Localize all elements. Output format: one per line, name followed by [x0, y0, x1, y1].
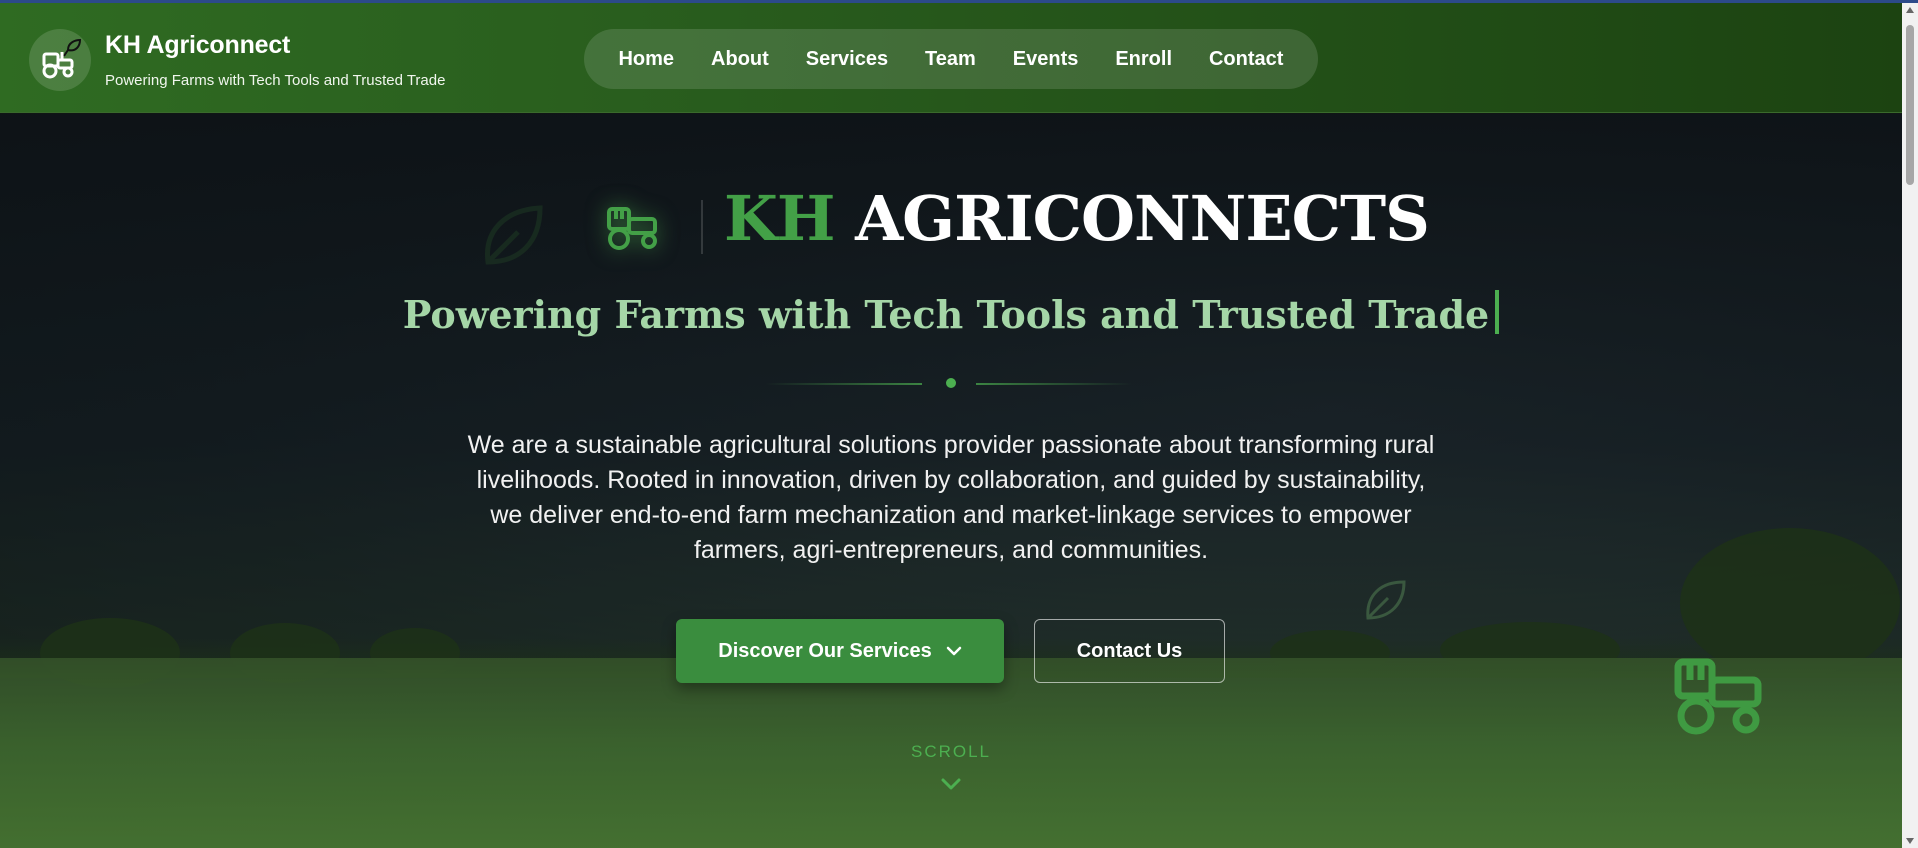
- page-scrollbar[interactable]: [1902, 3, 1918, 848]
- scroll-up-arrow-icon[interactable]: [1906, 7, 1914, 13]
- contact-us-button[interactable]: Contact Us: [1034, 619, 1225, 683]
- nav-item-enroll[interactable]: Enroll: [1111, 42, 1176, 77]
- discover-services-label: Discover Our Services: [718, 639, 932, 662]
- chevron-down-icon: [946, 646, 961, 656]
- hero-tagline: Powering Farms with Tech Tools and Trust…: [0, 290, 1902, 337]
- hero-description: We are a sustainable agricultural soluti…: [467, 431, 1435, 564]
- hero-title: KH AGRICONNECTS: [724, 182, 1430, 255]
- tractor-leaf-icon: [42, 38, 82, 79]
- scroll-down-arrow-icon[interactable]: [1906, 838, 1914, 844]
- scrollbar-thumb[interactable]: [1906, 25, 1914, 185]
- main-nav: Home About Services Team Events Enroll C…: [584, 29, 1318, 89]
- divider-line-right: [976, 383, 1132, 385]
- hero-section: KH AGRICONNECTS Powering Farms with Tech…: [0, 114, 1902, 848]
- divider-dot: [946, 378, 956, 388]
- typing-caret: [1495, 290, 1500, 334]
- leaf-icon: [485, 205, 543, 265]
- hero-title-highlight: KH: [724, 182, 835, 255]
- discover-services-button[interactable]: Discover Our Services: [676, 619, 1004, 683]
- tractor-icon: [1674, 658, 1762, 735]
- leaf-icon: [1366, 580, 1406, 620]
- scroll-label[interactable]: SCROLL: [0, 742, 1902, 762]
- hero-divider: [701, 200, 703, 254]
- divider-line-left: [766, 383, 922, 385]
- tractor-icon: [607, 207, 657, 250]
- scroll-chevron-icon[interactable]: [940, 776, 962, 792]
- nav-item-events[interactable]: Events: [1009, 42, 1083, 77]
- nav-item-contact[interactable]: Contact: [1205, 42, 1287, 77]
- nav-item-home[interactable]: Home: [614, 42, 678, 77]
- site-subtitle: Powering Farms with Tech Tools and Trust…: [105, 72, 446, 89]
- site-header: KH Agriconnect Powering Farms with Tech …: [0, 3, 1902, 113]
- logo-badge[interactable]: [29, 29, 91, 91]
- nav-item-services[interactable]: Services: [802, 42, 892, 77]
- hero-logo: [598, 192, 668, 262]
- hero-title-rest: AGRICONNECTS: [855, 182, 1430, 255]
- nav-item-about[interactable]: About: [707, 42, 773, 77]
- hero-tagline-text: Powering Farms with Tech Tools and Trust…: [402, 292, 1490, 337]
- nav-item-team[interactable]: Team: [921, 42, 980, 77]
- site-title[interactable]: KH Agriconnect: [105, 31, 290, 60]
